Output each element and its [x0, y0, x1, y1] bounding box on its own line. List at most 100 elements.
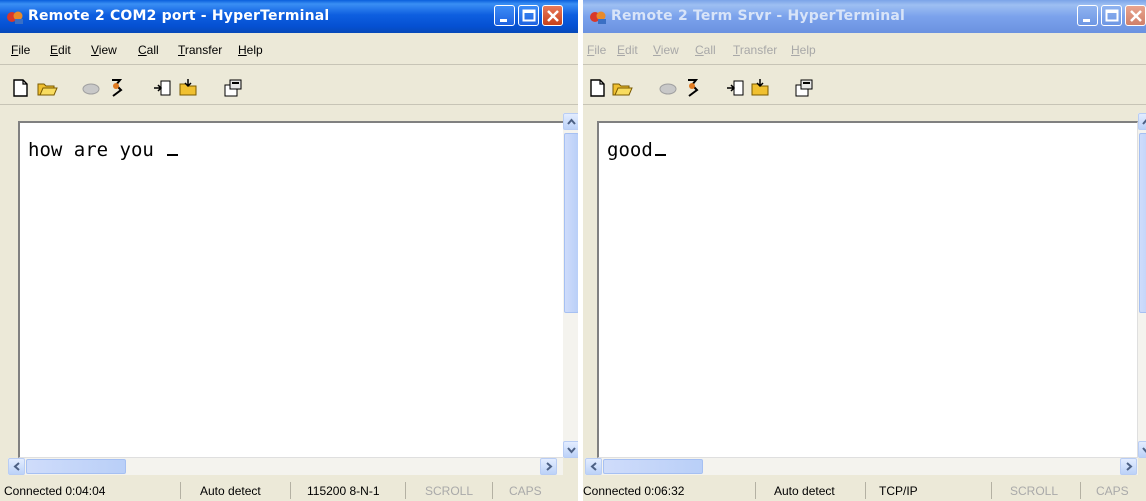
text-cursor — [167, 154, 179, 156]
status-caps: CAPS — [509, 484, 542, 498]
maximize-button[interactable] — [518, 5, 539, 26]
close-button[interactable] — [542, 5, 563, 26]
status-bar: Connected 0:06:32 Auto detect TCP/IP SCR… — [583, 479, 1146, 501]
properties-icon[interactable] — [222, 78, 244, 98]
hyperterminal-app-icon — [590, 11, 606, 24]
status-scroll: SCROLL — [1010, 484, 1059, 498]
menu-help[interactable]: Help — [238, 43, 263, 57]
send-icon[interactable] — [152, 78, 174, 98]
status-divider — [290, 482, 291, 499]
menu-bar: File Edit View Call Transfer Help — [0, 40, 578, 60]
disconnect-icon[interactable] — [80, 78, 102, 98]
status-connection: Connected 0:04:04 — [4, 484, 106, 498]
status-port-settings: 115200 8-N-1 — [307, 484, 380, 498]
properties-icon[interactable] — [793, 78, 815, 98]
hyperterminal-window-com2: Remote 2 COM2 port - HyperTerminal File … — [0, 0, 578, 501]
status-divider — [180, 482, 181, 499]
status-detect: Auto detect — [774, 484, 835, 498]
vertical-scroll-thumb[interactable] — [1139, 133, 1146, 313]
text-cursor — [654, 154, 666, 156]
title-bar[interactable]: Remote 2 Term Srvr - HyperTerminal — [583, 0, 1146, 33]
receive-icon[interactable] — [178, 78, 200, 98]
minimize-icon — [500, 19, 507, 22]
arrow-left-icon — [590, 462, 597, 471]
vertical-scroll-thumb[interactable] — [564, 133, 578, 313]
vertical-scrollbar[interactable] — [1138, 113, 1146, 458]
status-connection: Connected 0:06:32 — [583, 484, 685, 498]
new-icon[interactable] — [587, 78, 609, 98]
receive-icon[interactable] — [750, 78, 772, 98]
maximize-icon — [522, 9, 536, 22]
disconnect-icon[interactable] — [657, 78, 679, 98]
hyperterminal-app-icon — [7, 11, 23, 24]
scroll-up-button[interactable] — [1138, 113, 1146, 130]
minimize-icon — [1083, 19, 1090, 22]
horizontal-scrollbar[interactable] — [585, 458, 1138, 475]
maximize-button[interactable] — [1101, 5, 1122, 26]
window-title: Remote 2 Term Srvr - HyperTerminal — [611, 8, 906, 24]
menu-transfer[interactable]: Transfer — [178, 43, 222, 57]
maximize-icon — [1105, 9, 1119, 22]
status-detect: Auto detect — [200, 484, 261, 498]
menu-edit[interactable]: Edit — [50, 43, 71, 57]
dial-icon[interactable] — [681, 78, 703, 98]
menu-call[interactable]: Call — [695, 43, 716, 57]
menu-file[interactable]: File — [587, 43, 606, 57]
status-divider — [1080, 482, 1081, 499]
arrow-down-icon — [567, 447, 576, 454]
status-divider — [865, 482, 866, 499]
menu-help[interactable]: Help — [791, 43, 816, 57]
menu-edit[interactable]: Edit — [617, 43, 638, 57]
arrow-up-icon — [567, 118, 576, 125]
horizontal-scrollbar[interactable] — [8, 458, 563, 475]
open-icon[interactable] — [36, 78, 58, 98]
status-divider — [492, 482, 493, 499]
vertical-scrollbar[interactable] — [563, 113, 578, 458]
close-icon — [547, 10, 559, 22]
new-icon[interactable] — [10, 78, 32, 98]
toolbar — [583, 74, 1146, 102]
minimize-button[interactable] — [1077, 5, 1098, 26]
menu-separator — [0, 64, 578, 65]
menu-call[interactable]: Call — [138, 43, 159, 57]
arrow-left-icon — [13, 462, 20, 471]
minimize-button[interactable] — [494, 5, 515, 26]
menu-file[interactable]: File — [11, 43, 30, 57]
close-icon — [1130, 10, 1142, 22]
scroll-down-button[interactable] — [1138, 441, 1146, 458]
status-divider — [405, 482, 406, 499]
terminal-area[interactable]: good — [597, 121, 1138, 458]
menu-transfer[interactable]: Transfer — [733, 43, 777, 57]
send-icon[interactable] — [725, 78, 747, 98]
hyperterminal-window-term-srvr: Remote 2 Term Srvr - HyperTerminal File … — [583, 0, 1146, 501]
scroll-left-button[interactable] — [585, 458, 602, 475]
terminal-text: how are you — [28, 139, 179, 161]
status-divider — [755, 482, 756, 499]
scroll-left-button[interactable] — [8, 458, 25, 475]
close-button[interactable] — [1125, 5, 1146, 26]
terminal-area[interactable]: how are you — [18, 121, 564, 458]
title-bar[interactable]: Remote 2 COM2 port - HyperTerminal — [0, 0, 578, 33]
terminal-text: good — [607, 139, 666, 161]
horizontal-scroll-thumb[interactable] — [26, 459, 126, 474]
horizontal-scroll-thumb[interactable] — [603, 459, 703, 474]
window-title: Remote 2 COM2 port - HyperTerminal — [28, 8, 330, 24]
menu-view[interactable]: View — [653, 43, 679, 57]
arrow-up-icon — [1142, 119, 1146, 125]
status-caps: CAPS — [1096, 484, 1129, 498]
status-divider — [991, 482, 992, 499]
toolbar — [0, 74, 578, 102]
scroll-right-button[interactable] — [1120, 458, 1137, 475]
arrow-right-icon — [546, 462, 553, 471]
toolbar-separator — [583, 104, 1146, 105]
scroll-up-button[interactable] — [563, 113, 578, 130]
status-bar: Connected 0:04:04 Auto detect 115200 8-N… — [0, 479, 578, 501]
menu-bar: File Edit View Call Transfer Help — [583, 40, 1146, 60]
open-icon[interactable] — [611, 78, 633, 98]
menu-view[interactable]: View — [91, 43, 117, 57]
dial-icon[interactable] — [105, 78, 127, 98]
scroll-down-button[interactable] — [563, 441, 578, 458]
arrow-right-icon — [1126, 462, 1133, 471]
scroll-right-button[interactable] — [540, 458, 557, 475]
toolbar-separator — [0, 104, 578, 105]
